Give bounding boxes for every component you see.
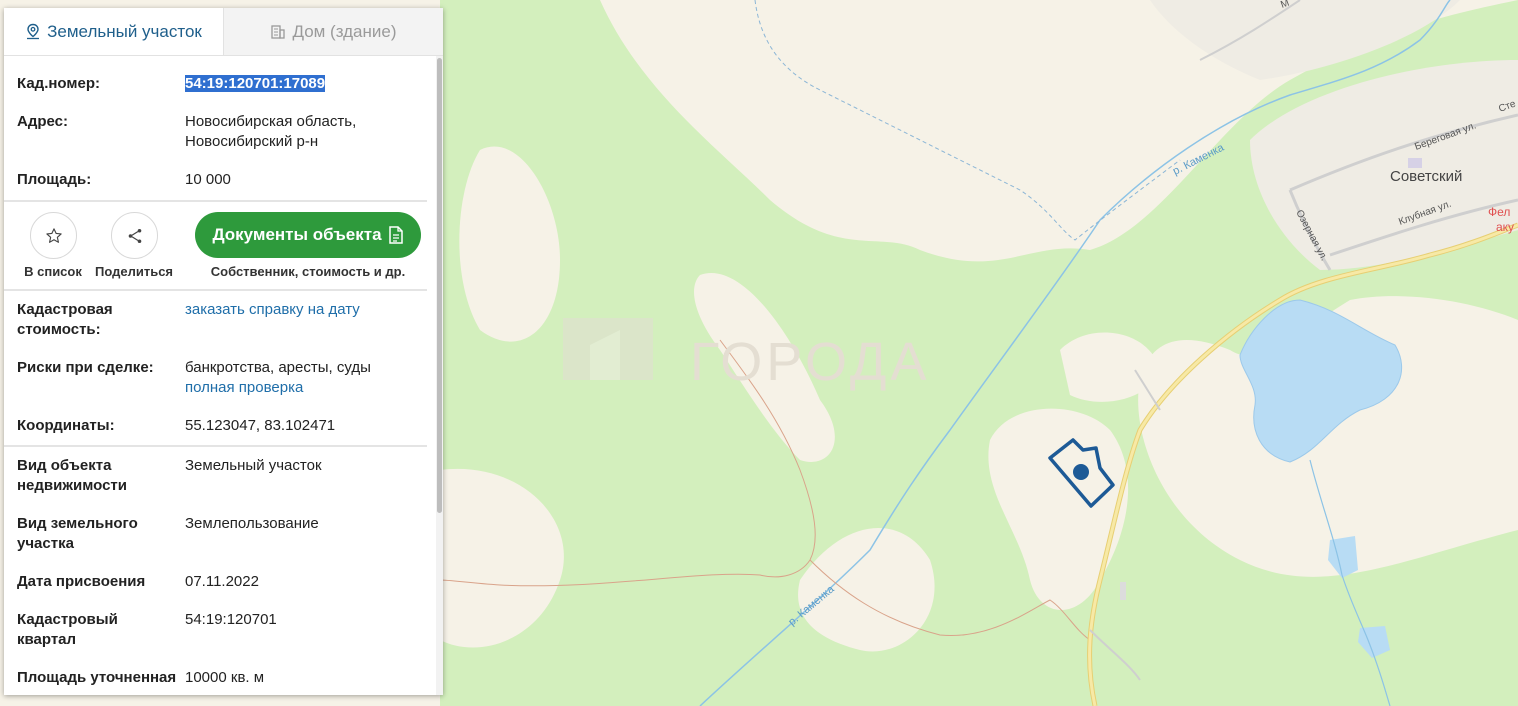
- land-type-value: Землепользование: [185, 515, 319, 532]
- field-label: Площадь:: [17, 171, 92, 188]
- field-label: Риски при сделке:: [17, 359, 154, 376]
- object-documents-button[interactable]: Документы объекта: [195, 212, 421, 258]
- area-refined-value: 10000 кв. м: [185, 669, 265, 686]
- field-label: Координаты:: [17, 417, 115, 434]
- risks-value: банкротства, аресты, суды: [185, 359, 371, 376]
- building-marker: [1120, 582, 1126, 600]
- watermark-logo: [563, 318, 653, 380]
- field-label: недвижимости: [17, 477, 127, 494]
- divider: [4, 200, 427, 202]
- tab-building[interactable]: Дом (здание): [223, 8, 443, 55]
- field-label: стоимость:: [17, 321, 101, 338]
- poi-label: аку: [1496, 220, 1514, 234]
- date-value: 07.11.2022: [185, 573, 259, 590]
- object-type-value: Земельный участок: [185, 457, 322, 474]
- poi-label: Фел: [1488, 205, 1510, 219]
- add-to-list-label: В список: [24, 264, 82, 279]
- tab-label: Дом (здание): [292, 21, 397, 41]
- add-to-list-button[interactable]: [30, 212, 77, 259]
- address-line: Новосибирский р-н: [185, 133, 319, 150]
- divider: [4, 445, 427, 447]
- field-label: Площадь уточненная: [17, 669, 177, 686]
- field-label: Вид земельного: [17, 515, 138, 532]
- location-pin-icon: [27, 23, 40, 40]
- docs-subtitle: Собственник, стоимость и др.: [210, 264, 406, 279]
- cad-number-value[interactable]: 54:19:120701:17089: [185, 75, 326, 92]
- field-label: Вид объекта: [17, 457, 112, 474]
- tab-label: Земельный участок: [47, 21, 202, 41]
- field-label: участка: [17, 535, 74, 552]
- field-label: Кадастровый: [17, 611, 118, 628]
- scrollbar[interactable]: [436, 56, 443, 695]
- field-label: Адрес:: [17, 113, 68, 130]
- tab-bar: Земельный участок Дом (здание): [4, 8, 443, 56]
- building-icon: [271, 24, 286, 39]
- field-label: Кадастровая: [17, 301, 113, 318]
- field-label: Дата присвоения: [17, 573, 146, 590]
- docs-button-label: Документы объекта: [212, 225, 382, 244]
- divider: [4, 289, 427, 291]
- order-certificate-link[interactable]: заказать справку на дату: [185, 300, 425, 320]
- address-line: Новосибирская область,: [185, 113, 357, 130]
- star-icon: [45, 227, 62, 243]
- watermark-text: ГОРОДА: [690, 332, 930, 392]
- building-marker: [1408, 158, 1422, 168]
- share-icon: [128, 228, 141, 243]
- village-label: Советский: [1390, 168, 1462, 185]
- quarter-value: 54:19:120701: [185, 611, 277, 628]
- tab-land-plot[interactable]: Земельный участок: [4, 8, 223, 55]
- coordinates-value: 55.123047, 83.102471: [185, 417, 336, 434]
- share-button[interactable]: [111, 212, 158, 259]
- full-check-link[interactable]: полная проверка: [185, 378, 425, 398]
- document-icon: [388, 226, 403, 244]
- field-label: Кад.номер:: [17, 75, 100, 92]
- field-label: квартал: [17, 631, 77, 648]
- area-value: 10 000: [185, 171, 231, 188]
- details: Кад.номер: 54:19:120701:17089 Адрес: Нов…: [4, 56, 427, 695]
- share-label: Поделиться: [94, 264, 174, 279]
- land-parcel-pin[interactable]: [1073, 464, 1089, 480]
- scrollbar-thumb[interactable]: [437, 58, 442, 513]
- info-panel: Земельный участок Дом (здание) Кад.номер…: [4, 8, 443, 695]
